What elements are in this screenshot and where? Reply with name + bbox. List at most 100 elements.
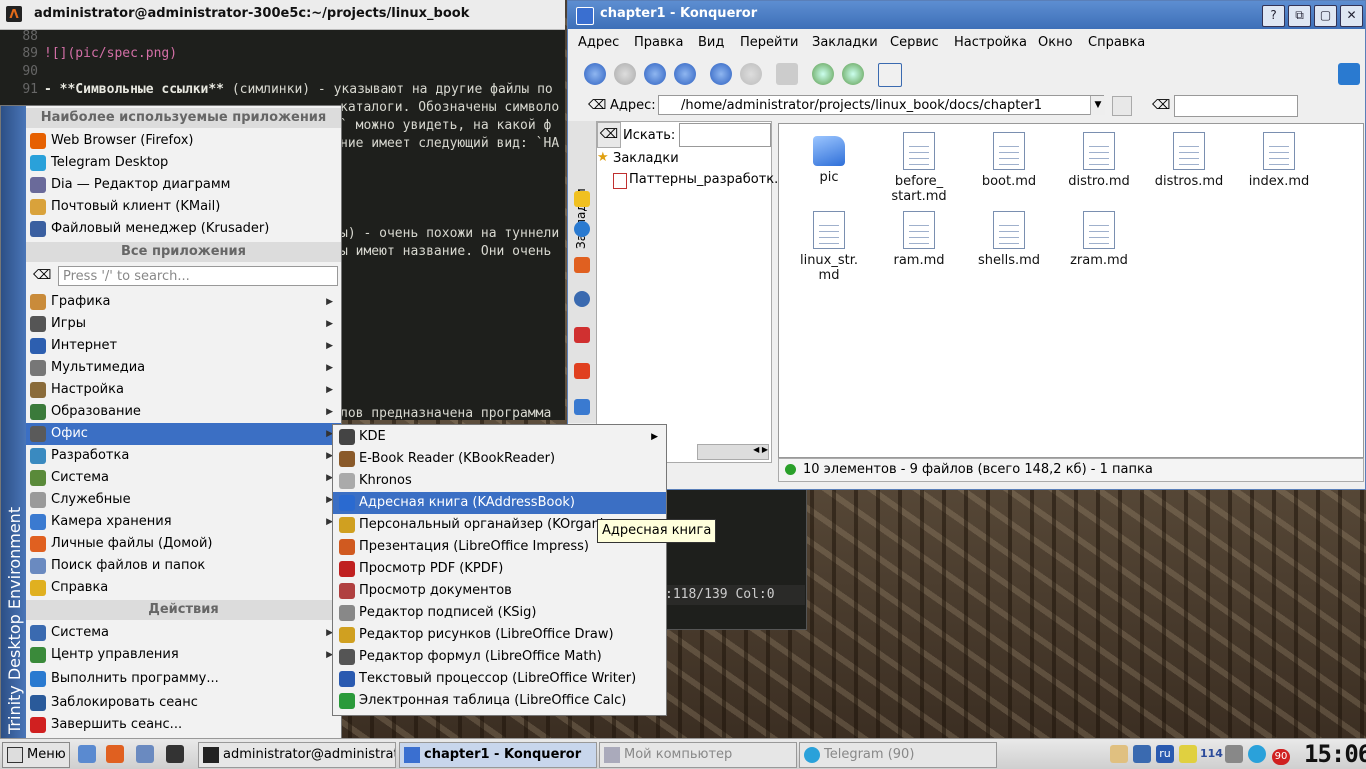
network-launcher-icon[interactable] — [136, 745, 154, 763]
office-app-item[interactable]: Редактор рисунков (LibreOffice Draw) — [333, 624, 666, 646]
category-item[interactable]: Поиск файлов и папок — [26, 555, 341, 577]
category-item[interactable]: Камера хранения ▶ — [26, 511, 341, 533]
office-app-item[interactable]: Просмотр PDF (KPDF) — [333, 558, 666, 580]
menu-go[interactable]: Перейти — [740, 35, 799, 50]
maximize-button[interactable]: ▢ — [1314, 5, 1337, 27]
menu-help[interactable]: Справка — [1088, 35, 1145, 50]
action-item[interactable]: Заблокировать сеанс — [26, 692, 341, 714]
terminal-launcher-icon[interactable] — [166, 745, 184, 763]
menu-edit[interactable]: Правка — [634, 35, 683, 50]
frequent-app-item[interactable]: Почтовый клиент (KMail) — [26, 196, 341, 218]
action-item[interactable]: Центр управления ▶ — [26, 644, 341, 666]
office-app-item[interactable]: Текстовый процессор (LibreOffice Writer) — [333, 668, 666, 690]
bookmarks-root[interactable]: Закладки — [613, 151, 679, 166]
help-button[interactable]: ? — [1262, 5, 1285, 27]
web-search-input[interactable] — [1174, 95, 1298, 117]
bookmark-search-input[interactable] — [679, 123, 771, 147]
zoom-out-icon[interactable] — [842, 63, 864, 85]
konqueror-window[interactable]: chapter1 - Konqueror ? ⧉ ▢ ✕ Адрес Правк… — [567, 0, 1366, 490]
stop-icon[interactable] — [740, 63, 762, 85]
frequent-app-item[interactable]: Файловый менеджер (Krusader) — [26, 218, 341, 240]
forward-icon[interactable] — [614, 63, 636, 85]
folder-item[interactable]: pic — [789, 132, 869, 185]
close-button[interactable]: ✕ — [1340, 5, 1363, 27]
category-item[interactable]: Служебные ▶ — [26, 489, 341, 511]
root-folder-icon[interactable] — [574, 327, 590, 343]
minimize-button[interactable]: ⧉ — [1288, 5, 1311, 27]
category-item[interactable]: Графика ▶ — [26, 291, 341, 313]
file-item[interactable]: distro.md — [1059, 132, 1139, 189]
office-app-item[interactable]: Редактор формул (LibreOffice Math) — [333, 646, 666, 668]
office-app-item[interactable]: KDE ▶ — [333, 426, 666, 448]
star-icon[interactable] — [574, 191, 590, 207]
menu-view[interactable]: Вид — [698, 35, 724, 50]
keyboard-layout-indicator[interactable]: ru — [1156, 745, 1174, 763]
menu-bookmarks[interactable]: Закладки — [812, 35, 878, 50]
services-icon[interactable] — [574, 363, 590, 379]
network-icon[interactable] — [574, 291, 590, 307]
konqueror-titlebar[interactable]: chapter1 - Konqueror ? ⧉ ▢ ✕ — [568, 1, 1365, 29]
app-search-input[interactable]: Press '/' to search... — [58, 266, 338, 286]
menu-tools[interactable]: Сервис — [890, 35, 939, 50]
menu-window[interactable]: Окно — [1038, 35, 1073, 50]
telegram-tray-icon[interactable] — [1248, 745, 1266, 763]
frequent-app-item[interactable]: Dia — Редактор диаграмм — [26, 174, 341, 196]
file-item[interactable]: linux_str. md — [789, 211, 869, 283]
clear-search-icon[interactable]: ⌫ — [1152, 98, 1170, 113]
file-item[interactable]: before_ start.md — [879, 132, 959, 204]
reload-icon[interactable] — [710, 63, 732, 85]
file-item[interactable]: distros.md — [1149, 132, 1229, 189]
bookmark-item[interactable]: Паттерны_разработк... — [629, 172, 787, 187]
devices-icon[interactable] — [574, 399, 590, 415]
up-icon[interactable] — [644, 63, 666, 85]
network-tray-icon[interactable] — [1225, 745, 1243, 763]
category-item[interactable]: Игры ▶ — [26, 313, 341, 335]
action-item[interactable]: Завершить сеанс... — [26, 714, 341, 736]
category-item[interactable]: Справка — [26, 577, 341, 599]
office-app-item[interactable]: Адресная книга (KAddressBook) — [333, 492, 666, 514]
address-dropdown-icon[interactable]: ▼ — [1090, 96, 1105, 115]
office-app-item[interactable]: Электронная таблица (LibreOffice Calc) — [333, 690, 666, 712]
office-app-item[interactable]: Просмотр документов — [333, 580, 666, 602]
file-item[interactable]: index.md — [1239, 132, 1319, 189]
terminal-titlebar[interactable]: Λ administrator@administrator-300e5c:~/p… — [0, 0, 565, 30]
zoom-in-icon[interactable] — [812, 63, 834, 85]
task-telegram[interactable]: Telegram (90) — [799, 742, 997, 768]
clear-filter-icon[interactable]: ⌫ — [597, 122, 621, 148]
home-launcher-icon[interactable] — [106, 745, 124, 763]
file-item[interactable]: boot.md — [969, 132, 1049, 189]
category-item[interactable]: Разработка ▶ — [26, 445, 341, 467]
task-my-computer[interactable]: Мой компьютер — [599, 742, 797, 768]
history-icon[interactable] — [574, 221, 590, 237]
menu-address[interactable]: Адрес — [578, 35, 619, 50]
print-icon[interactable] — [776, 63, 798, 85]
start-menu-button[interactable]: Меню — [2, 742, 70, 768]
menu-settings[interactable]: Настройка — [954, 35, 1027, 50]
clear-address-icon[interactable]: ⌫ — [588, 98, 606, 113]
task-konqueror[interactable]: chapter1 - Konqueror — [399, 742, 597, 768]
category-item[interactable]: Система ▶ — [26, 467, 341, 489]
address-input[interactable]: /home/administrator/projects/linux_book/… — [658, 95, 1104, 115]
monitor-tray-icon[interactable] — [1133, 745, 1151, 763]
konqueror-launcher-icon[interactable] — [78, 745, 96, 763]
action-item[interactable]: Выполнить программу... — [26, 668, 341, 690]
task-terminal[interactable]: administrator@administrat — [198, 742, 396, 768]
category-item[interactable]: Мультимедиа ▶ — [26, 357, 341, 379]
home-icon[interactable] — [674, 63, 696, 85]
category-item[interactable]: Личные файлы (Домой) — [26, 533, 341, 555]
category-item[interactable]: Настройка ▶ — [26, 379, 341, 401]
go-icon[interactable] — [1112, 96, 1132, 116]
category-item[interactable]: Образование ▶ — [26, 401, 341, 423]
action-item[interactable]: Система ▶ — [26, 622, 341, 644]
view-mode-icon[interactable] — [878, 63, 902, 87]
office-app-item[interactable]: Редактор подписей (KSig) — [333, 602, 666, 624]
clipboard-tray-icon[interactable] — [1110, 745, 1128, 763]
frequent-app-item[interactable]: Web Browser (Firefox) — [26, 130, 341, 152]
home-folder-icon[interactable] — [574, 257, 590, 273]
file-view[interactable]: pic before_ start.md boot.md distro.md distr… — [778, 123, 1364, 458]
office-app-item[interactable]: E-Book Reader (KBookReader) — [333, 448, 666, 470]
horizontal-scrollbar[interactable]: ◀ ▶ — [697, 444, 769, 460]
file-item[interactable]: shells.md — [969, 211, 1049, 268]
office-app-item[interactable]: Khronos — [333, 470, 666, 492]
frequent-app-item[interactable]: Telegram Desktop — [26, 152, 341, 174]
